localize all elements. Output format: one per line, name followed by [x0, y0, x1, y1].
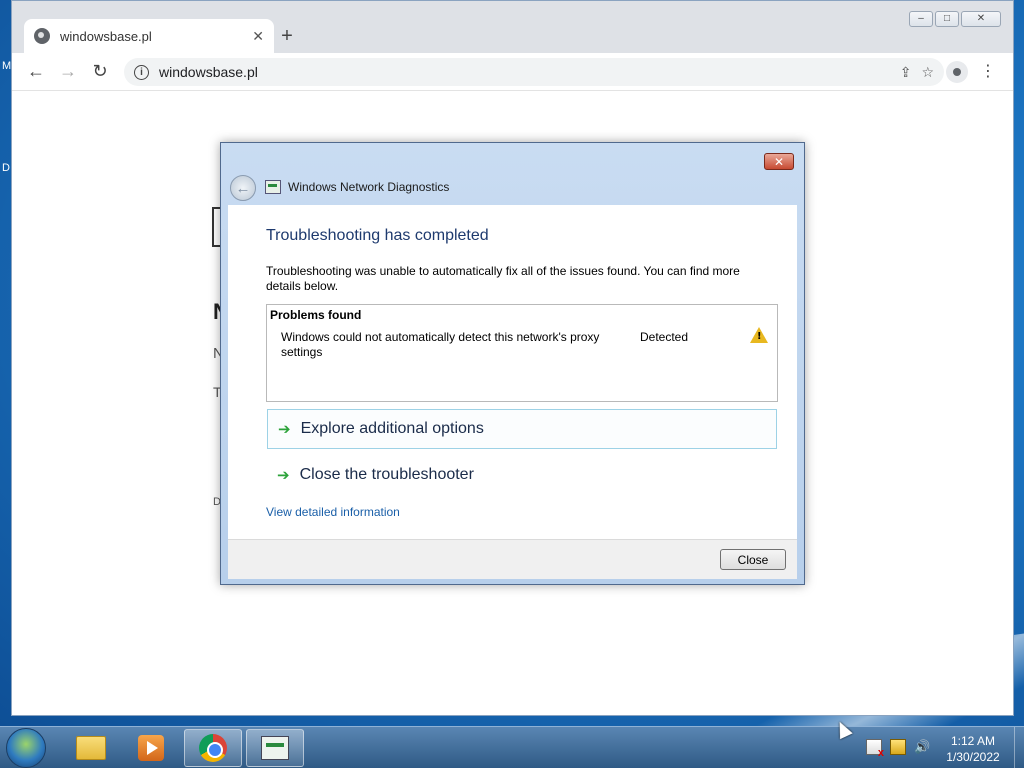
desktop-icon-label-fragment[interactable]: M — [2, 60, 11, 72]
chrome-icon — [199, 734, 227, 762]
minimize-button[interactable]: – — [909, 11, 933, 27]
network-diagnostics-icon — [261, 736, 289, 760]
kebab-menu-icon[interactable]: ⋮ — [980, 61, 996, 81]
share-icon[interactable]: ⇪ — [900, 64, 912, 81]
site-info-icon[interactable]: i — [134, 64, 149, 80]
url-text[interactable]: windowsbase.pl — [159, 64, 890, 80]
window-close-button[interactable]: ✕ — [961, 11, 1001, 27]
close-button[interactable]: Close — [720, 549, 786, 570]
problem-status: Detected — [640, 330, 689, 344]
back-arrow-icon[interactable]: ← — [230, 175, 256, 201]
volume-icon[interactable]: 🔊 — [914, 739, 930, 755]
system-clock[interactable]: 1:12 AM 1/30/2022 — [934, 733, 1012, 765]
browser-tab[interactable]: windowsbase.pl ✕ — [24, 19, 274, 53]
start-button-windows-icon[interactable] — [6, 728, 46, 768]
media-player-icon — [138, 735, 164, 761]
dialog-close-icon[interactable]: ✕ — [764, 153, 794, 170]
taskbar-item-google-chrome[interactable] — [184, 729, 242, 767]
profile-avatar-icon[interactable] — [946, 61, 968, 83]
dialog-title: Windows Network Diagnostics — [288, 180, 450, 194]
address-bar[interactable]: i windowsbase.pl ⇪ ☆ — [124, 58, 944, 86]
maximize-button[interactable]: □ — [935, 11, 959, 27]
green-arrow-icon: ➔ — [278, 421, 291, 438]
taskbar-item-media-player[interactable] — [122, 729, 180, 767]
green-arrow-icon: ➔ — [277, 467, 290, 484]
show-desktop-button[interactable] — [1014, 727, 1024, 768]
globe-icon — [34, 28, 50, 44]
option-label: Close the troubleshooter — [299, 466, 474, 483]
dialog-description: Troubleshooting was unable to automatica… — [266, 264, 740, 293]
close-troubleshooter-button[interactable]: ➔ Close the troubleshooter — [267, 455, 777, 495]
view-detailed-information-link[interactable]: View detailed information — [266, 505, 400, 519]
system-tray: 🔊 — [866, 739, 930, 759]
back-arrow-icon[interactable]: ← — [25, 61, 47, 82]
taskbar-item-network-diagnostics[interactable] — [246, 729, 304, 767]
tab-close-icon[interactable]: ✕ — [252, 28, 264, 45]
warning-icon: ! — [750, 327, 768, 343]
folder-icon — [76, 736, 106, 760]
problems-found-box: Problems found Windows could not automat… — [266, 304, 778, 402]
dialog-heading: Troubleshooting has completed — [266, 227, 489, 244]
forward-arrow-icon[interactable]: → — [57, 61, 79, 82]
option-label: Explore additional options — [300, 420, 484, 437]
browser-toolbar: ← → ↻ i windowsbase.pl ⇪ ☆ ⋮ — [12, 53, 1013, 91]
action-center-flag-icon[interactable] — [866, 739, 884, 759]
window-controls: – □ ✕ — [909, 11, 1001, 27]
clock-time: 1:12 AM — [950, 734, 996, 748]
dialog-content: Troubleshooting has completed Troublesho… — [228, 205, 797, 539]
reload-icon[interactable]: ↻ — [89, 61, 111, 82]
taskbar-item-windows-explorer[interactable] — [62, 729, 120, 767]
tab-title: windowsbase.pl — [60, 28, 152, 44]
taskbar: 🔊 1:12 AM 1/30/2022 — [0, 726, 1024, 768]
dialog-footer: Close — [228, 539, 797, 579]
clock-date: 1/30/2022 — [946, 750, 1000, 764]
bookmark-star-icon[interactable]: ☆ — [921, 64, 934, 81]
network-diagnostics-icon — [265, 180, 281, 194]
network-diagnostics-dialog: ✕ ← Windows Network Diagnostics Troubles… — [220, 142, 805, 585]
explore-additional-options-button[interactable]: ➔ Explore additional options — [267, 409, 777, 449]
desktop-icon-label-fragment[interactable]: D — [2, 162, 10, 174]
new-tab-button[interactable]: + — [277, 25, 297, 48]
problems-found-title: Problems found — [270, 308, 362, 322]
problem-description[interactable]: Windows could not automatically detect t… — [281, 330, 621, 360]
network-warning-icon[interactable] — [890, 739, 906, 755]
